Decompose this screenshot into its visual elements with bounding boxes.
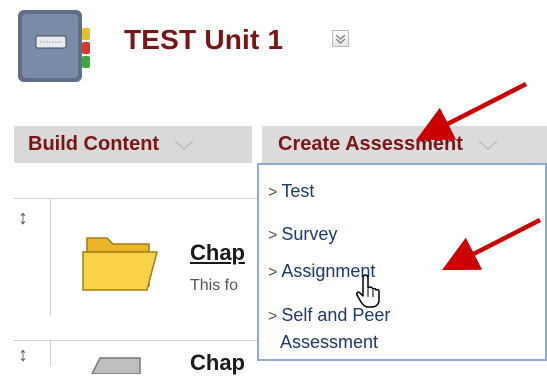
title-options-button[interactable]	[332, 30, 349, 47]
page-title: TEST Unit 1	[124, 24, 284, 55]
chevron-right-icon: >	[268, 184, 278, 201]
move-handle-icon[interactable]: ↕	[18, 344, 28, 367]
content-item-description: This fo	[190, 277, 239, 294]
menu-item-label: Survey	[281, 224, 338, 244]
build-content-button[interactable]: Build Content	[14, 126, 252, 163]
create-assessment-button[interactable]: Create Assessment	[262, 126, 547, 163]
menu-item-test[interactable]: > Test	[268, 179, 314, 205]
build-content-label: Build Content	[28, 133, 160, 155]
chevron-right-icon: >	[268, 227, 278, 244]
hand-pointer-icon	[356, 274, 380, 308]
chevron-right-icon: >	[268, 308, 278, 325]
menu-item-label: Test	[281, 181, 315, 201]
chevron-down-icon	[478, 139, 498, 150]
row-divider	[50, 198, 51, 316]
folder-icon	[82, 237, 158, 291]
content-item-icon	[91, 357, 141, 374]
menu-item-survey[interactable]: > Survey	[268, 222, 337, 248]
menu-item-label-continued[interactable]: Assessment	[280, 330, 378, 354]
content-item-title[interactable]: Chap	[190, 350, 260, 376]
content-item-title[interactable]: Chap	[190, 240, 260, 266]
chevron-right-icon: >	[268, 264, 278, 281]
chevron-down-icon	[335, 34, 346, 45]
row-divider	[50, 340, 51, 366]
chevron-down-icon	[174, 139, 194, 150]
unit-notebook-icon	[18, 10, 90, 82]
create-assessment-label: Create Assessment	[278, 133, 463, 155]
move-handle-icon[interactable]: ↕	[18, 207, 28, 230]
